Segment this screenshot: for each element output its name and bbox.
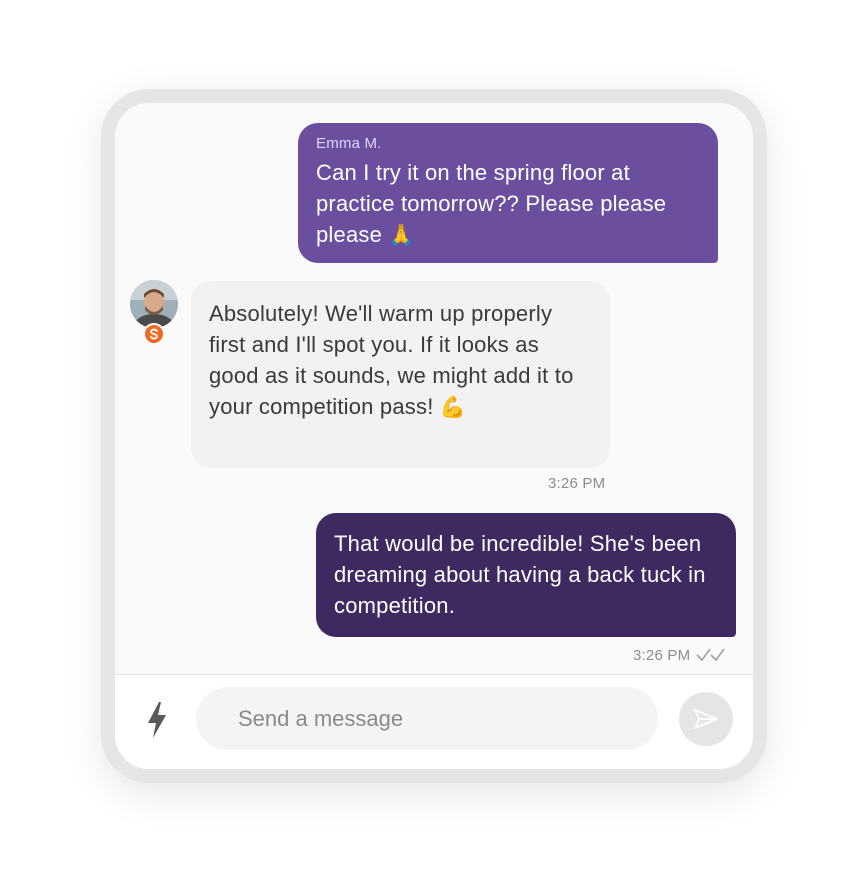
send-button[interactable] [679,692,733,746]
message-text: That would be incredible! She's been dre… [334,531,706,618]
message-timestamp: 3:26 PM [548,475,606,492]
message-bubble-incoming: Absolutely! We'll warm up properly first… [191,281,610,468]
message-text: Absolutely! We'll warm up properly first… [209,301,574,419]
message-bubble-outgoing: That would be incredible! She's been dre… [316,513,736,637]
sender-name: Emma M. [316,135,382,152]
praying-hands-emoji: 🙏 [388,224,415,247]
message-text: Can I try it on the spring floor at prac… [316,160,667,247]
message-timestamp: 3:26 PM [633,646,691,664]
message-bubble-outgoing: Emma M. Can I try it on the spring floor… [298,123,718,263]
double-check-icon [696,648,725,662]
avatar-badge-icon [143,323,165,345]
avatar[interactable] [130,280,178,328]
message-meta: 3:26 PM [633,645,728,665]
message-input[interactable] [196,687,658,750]
flexed-biceps-emoji: 💪 [439,396,467,419]
chat-screen: Emma M. Can I try it on the spring floor… [115,103,753,769]
send-icon [694,709,718,729]
lightning-icon[interactable] [145,701,169,739]
message-composer [115,675,753,769]
avatar-image [130,280,178,328]
